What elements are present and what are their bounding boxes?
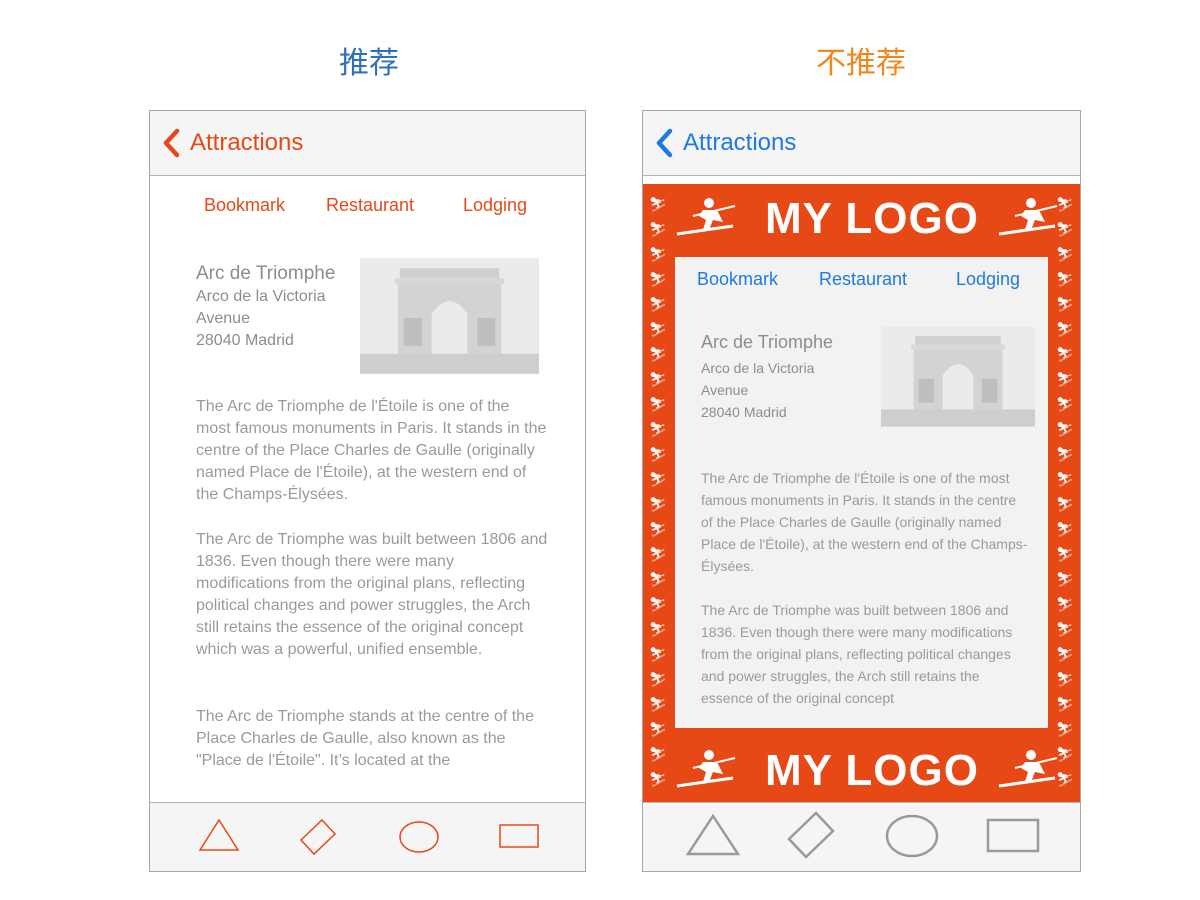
- back-label: Attractions: [683, 129, 797, 156]
- place-name: Arc de Triomphe: [701, 332, 834, 352]
- skier-pattern-left: ⛷ ⛷ ⛷ ⛷ ⛷ ⛷ ⛷ ⛷ ⛷ ⛷ ⛷ ⛷ ⛷ ⛷ ⛷ ⛷ ⛷ ⛷ ⛷ ⛷ ⛷ ⛷ ⛷ ⛷: [649, 196, 667, 787]
- rectangle-icon[interactable]: [498, 823, 540, 849]
- phone-mockup-recommended: Attractions Bookmark Restaurant Lodging …: [149, 110, 586, 872]
- address-line: Avenue: [701, 382, 749, 398]
- address-line: 28040 Madrid: [701, 404, 787, 420]
- bookmark-link[interactable]: Bookmark: [697, 269, 778, 290]
- bookmark-link[interactable]: Bookmark: [204, 195, 285, 216]
- skier-pattern-right: ⛷ ⛷ ⛷ ⛷ ⛷ ⛷ ⛷ ⛷ ⛷ ⛷ ⛷ ⛷ ⛷ ⛷ ⛷ ⛷ ⛷ ⛷ ⛷ ⛷ ⛷ ⛷ ⛷ ⛷: [1056, 196, 1074, 787]
- restaurant-link[interactable]: Restaurant: [326, 195, 414, 216]
- description-paragraph: The Arc de Triomphe stands at the centre…: [196, 708, 534, 769]
- description-paragraph: The Arc de Triomphe de l'Étoile is one o…: [701, 470, 1028, 574]
- back-label: Attractions: [190, 129, 304, 156]
- lodging-link[interactable]: Lodging: [463, 195, 527, 216]
- triangle-icon[interactable]: [198, 818, 240, 852]
- not-recommended-heading: 不推荐: [816, 47, 906, 80]
- branded-frame: ⛷ ⛷ ⛷ ⛷ ⛷ ⛷ ⛷ ⛷ ⛷ ⛷ ⛷ ⛷ ⛷ ⛷ ⛷ ⛷ ⛷ ⛷ ⛷ ⛷ ⛷ ⛷ ⛷ ⛷ ⛷ ⛷ ⛷ ⛷ ⛷ ⛷ ⛷ ⛷ ⛷ ⛷ ⛷ ⛷ ⛷ ⛷ ⛷…: [643, 184, 1080, 804]
- address-line: 28040 Madrid: [196, 332, 294, 349]
- place-address: Arco de la Victoria Avenue 28040 Madrid: [196, 286, 326, 352]
- logo-text: MY LOGO: [765, 746, 979, 795]
- description-paragraph: The Arc de Triomphe was built between 18…: [196, 531, 548, 658]
- tab-bar: [643, 802, 1080, 871]
- navigation-bar: Attractions: [643, 111, 1080, 176]
- description-paragraph: The Arc de Triomphe was built between 18…: [701, 602, 1013, 706]
- lodging-link[interactable]: Lodging: [956, 269, 1020, 290]
- skier-logo-icon: [676, 750, 736, 788]
- arc-de-triomphe-photo: [360, 258, 539, 374]
- skier-logo-icon: [998, 750, 1058, 788]
- logo-text: MY LOGO: [765, 194, 979, 243]
- content-panel: Bookmark Restaurant Lodging Arc de Triom…: [675, 257, 1048, 728]
- description-paragraph: The Arc de Triomphe de l'Étoile is one o…: [196, 398, 547, 503]
- address-line: Arco de la Victoria: [196, 288, 326, 305]
- skier-logo-icon: [676, 198, 736, 236]
- circle-icon[interactable]: [398, 820, 440, 854]
- rectangle-icon[interactable]: [986, 818, 1040, 854]
- chevron-left-icon: [656, 128, 673, 158]
- address-line: Arco de la Victoria: [701, 360, 815, 376]
- diamond-icon[interactable]: [298, 817, 338, 857]
- triangle-icon[interactable]: [685, 813, 741, 857]
- phone-mockup-not-recommended: Attractions ⛷ ⛷ ⛷ ⛷ ⛷ ⛷ ⛷ ⛷ ⛷ ⛷ ⛷ ⛷ ⛷ ⛷ ⛷ ⛷ ⛷ ⛷ ⛷ ⛷ ⛷ ⛷ ⛷ ⛷ ⛷ ⛷ ⛷…: [642, 110, 1081, 872]
- place-name: Arc de Triomphe: [196, 263, 336, 284]
- tab-bar: [150, 802, 585, 871]
- circle-icon[interactable]: [884, 813, 940, 859]
- diamond-icon[interactable]: [785, 809, 837, 861]
- back-button[interactable]: Attractions: [162, 127, 303, 159]
- address-line: Avenue: [196, 310, 250, 327]
- back-button[interactable]: Attractions: [655, 127, 796, 159]
- place-address: Arco de la Victoria Avenue 28040 Madrid: [701, 357, 814, 423]
- recommended-heading: 推荐: [339, 47, 399, 80]
- navigation-bar: Attractions: [150, 111, 585, 176]
- arc-de-triomphe-photo: [881, 327, 1035, 427]
- restaurant-link[interactable]: Restaurant: [819, 269, 907, 290]
- skier-logo-icon: [998, 198, 1058, 236]
- chevron-left-icon: [163, 128, 180, 158]
